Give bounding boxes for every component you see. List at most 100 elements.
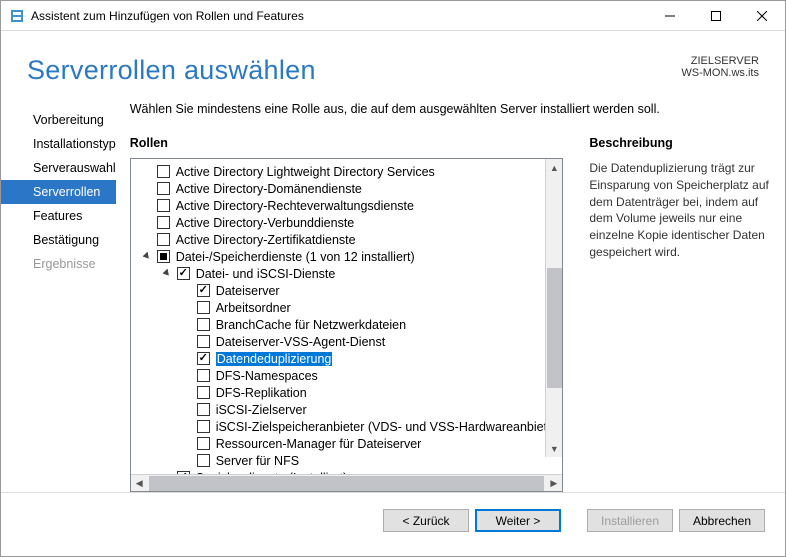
tree-row-label[interactable]: Speicherdienste (Installiert) (196, 471, 347, 475)
tree-row[interactable]: Datei-/Speicherdienste (1 von 12 install… (131, 248, 563, 265)
checkbox[interactable] (157, 216, 170, 229)
tree-row-label[interactable]: Active Directory-Rechteverwaltungsdienst… (176, 199, 414, 213)
sidebar-step[interactable]: Bestätigung (1, 228, 116, 252)
tree-row[interactable]: Active Directory-Verbunddienste (131, 214, 563, 231)
checkbox[interactable] (177, 471, 190, 474)
target-label: ZIELSERVER (681, 55, 759, 67)
back-button[interactable]: < Zurück (383, 509, 469, 532)
checkbox[interactable] (197, 420, 210, 433)
tree-row[interactable]: Active Directory Lightweight Directory S… (131, 163, 563, 180)
expand-icon (143, 235, 153, 245)
scroll-thumb-h[interactable] (149, 476, 545, 491)
tree-row[interactable]: DFS-Namespaces (131, 367, 563, 384)
checkbox[interactable] (197, 454, 210, 467)
tree-row[interactable]: Dateiserver (131, 282, 563, 299)
tree-row-label[interactable]: DFS-Namespaces (216, 369, 318, 383)
install-button: Installieren (587, 509, 673, 532)
expand-icon (183, 320, 193, 330)
wizard-header: Serverrollen auswählen ZIELSERVER WS-MON… (1, 31, 785, 102)
tree-row-label[interactable]: Active Directory-Verbunddienste (176, 216, 355, 230)
tree-row[interactable]: Arbeitsordner (131, 299, 563, 316)
collapse-icon[interactable] (143, 252, 153, 262)
tree-row-label[interactable]: DFS-Replikation (216, 386, 307, 400)
scroll-right-icon[interactable]: ▶ (545, 475, 562, 492)
wizard-footer: < Zurück Weiter > Installieren Abbrechen (1, 492, 785, 548)
checkbox[interactable] (197, 335, 210, 348)
scroll-thumb[interactable] (547, 268, 562, 388)
checkbox[interactable] (157, 199, 170, 212)
checkbox[interactable] (197, 301, 210, 314)
scroll-up-icon[interactable]: ▲ (546, 159, 563, 176)
sidebar-step: Ergebnisse (1, 252, 116, 276)
tree-row[interactable]: Speicherdienste (Installiert) (131, 469, 563, 474)
tree-row-label[interactable]: Server für NFS (216, 454, 299, 468)
tree-row[interactable]: Active Directory-Domänendienste (131, 180, 563, 197)
description-text: Die Datenduplizierung trägt zur Einsparu… (589, 160, 775, 261)
tree-row-label[interactable]: iSCSI-Zielserver (216, 403, 307, 417)
sidebar-step[interactable]: Serverrollen (1, 180, 116, 204)
roles-header: Rollen (130, 136, 564, 150)
next-button[interactable]: Weiter > (475, 509, 561, 532)
checkbox[interactable] (157, 250, 170, 263)
sidebar-step[interactable]: Serverauswahl (1, 156, 116, 180)
horizontal-scrollbar[interactable]: ◀ ▶ (131, 474, 563, 491)
sidebar-step[interactable]: Installationstyp (1, 132, 116, 156)
expand-icon (163, 473, 173, 475)
checkbox[interactable] (197, 437, 210, 450)
tree-row-label[interactable]: Datendeduplizierung (216, 352, 333, 366)
expand-icon (183, 456, 193, 466)
scroll-left-icon[interactable]: ◀ (131, 475, 148, 492)
tree-row[interactable]: Active Directory-Zertifikatdienste (131, 231, 563, 248)
tree-row-label[interactable]: Ressourcen-Manager für Dateiserver (216, 437, 422, 451)
vertical-scrollbar[interactable]: ▲ ▼ (545, 159, 562, 457)
sidebar-step[interactable]: Vorbereitung (1, 108, 116, 132)
tree-row-label[interactable]: Datei- und iSCSI-Dienste (196, 267, 336, 281)
tree-row[interactable]: iSCSI-Zielspeicheranbieter (VDS- und VSS… (131, 418, 563, 435)
scroll-down-icon[interactable]: ▼ (546, 440, 563, 457)
sidebar-step[interactable]: Features (1, 204, 116, 228)
tree-row-label[interactable]: Active Directory-Zertifikatdienste (176, 233, 356, 247)
minimize-button[interactable] (647, 1, 693, 31)
expand-icon (183, 303, 193, 313)
expand-icon (183, 388, 193, 398)
close-button[interactable] (739, 1, 785, 31)
tree-row[interactable]: Datendeduplizierung (131, 350, 563, 367)
tree-row[interactable]: Active Directory-Rechteverwaltungsdienst… (131, 197, 563, 214)
collapse-icon[interactable] (163, 269, 173, 279)
tree-row-label[interactable]: Active Directory Lightweight Directory S… (176, 165, 435, 179)
tree-row[interactable]: BranchCache für Netzwerkdateien (131, 316, 563, 333)
checkbox[interactable] (177, 267, 190, 280)
tree-row-label[interactable]: Dateiserver-VSS-Agent-Dienst (216, 335, 386, 349)
tree-row-label[interactable]: iSCSI-Zielspeicheranbieter (VDS- und VSS… (216, 420, 563, 434)
checkbox[interactable] (197, 403, 210, 416)
checkbox[interactable] (197, 284, 210, 297)
checkbox[interactable] (197, 318, 210, 331)
checkbox[interactable] (197, 369, 210, 382)
roles-tree[interactable]: Active Directory Lightweight Directory S… (130, 158, 564, 492)
tree-row[interactable]: Ressourcen-Manager für Dateiserver (131, 435, 563, 452)
target-server-info: ZIELSERVER WS-MON.ws.its (681, 55, 759, 79)
checkbox[interactable] (157, 182, 170, 195)
description-header: Beschreibung (589, 136, 775, 150)
tree-row-label[interactable]: BranchCache für Netzwerkdateien (216, 318, 406, 332)
app-icon (9, 8, 25, 24)
window-titlebar: Assistent zum Hinzufügen von Rollen und … (1, 1, 785, 31)
checkbox[interactable] (197, 386, 210, 399)
checkbox[interactable] (197, 352, 210, 365)
tree-row[interactable]: Datei- und iSCSI-Dienste (131, 265, 563, 282)
checkbox[interactable] (157, 165, 170, 178)
tree-row[interactable]: DFS-Replikation (131, 384, 563, 401)
maximize-button[interactable] (693, 1, 739, 31)
target-value: WS-MON.ws.its (681, 67, 759, 79)
tree-row-label[interactable]: Datei-/Speicherdienste (1 von 12 install… (176, 250, 415, 264)
tree-row-label[interactable]: Arbeitsordner (216, 301, 291, 315)
tree-row-label[interactable]: Active Directory-Domänendienste (176, 182, 362, 196)
tree-row-label[interactable]: Dateiserver (216, 284, 280, 298)
cancel-button[interactable]: Abbrechen (679, 509, 765, 532)
expand-icon (143, 184, 153, 194)
checkbox[interactable] (157, 233, 170, 246)
tree-row[interactable]: iSCSI-Zielserver (131, 401, 563, 418)
tree-row[interactable]: Dateiserver-VSS-Agent-Dienst (131, 333, 563, 350)
expand-icon (183, 337, 193, 347)
tree-row[interactable]: Server für NFS (131, 452, 563, 469)
